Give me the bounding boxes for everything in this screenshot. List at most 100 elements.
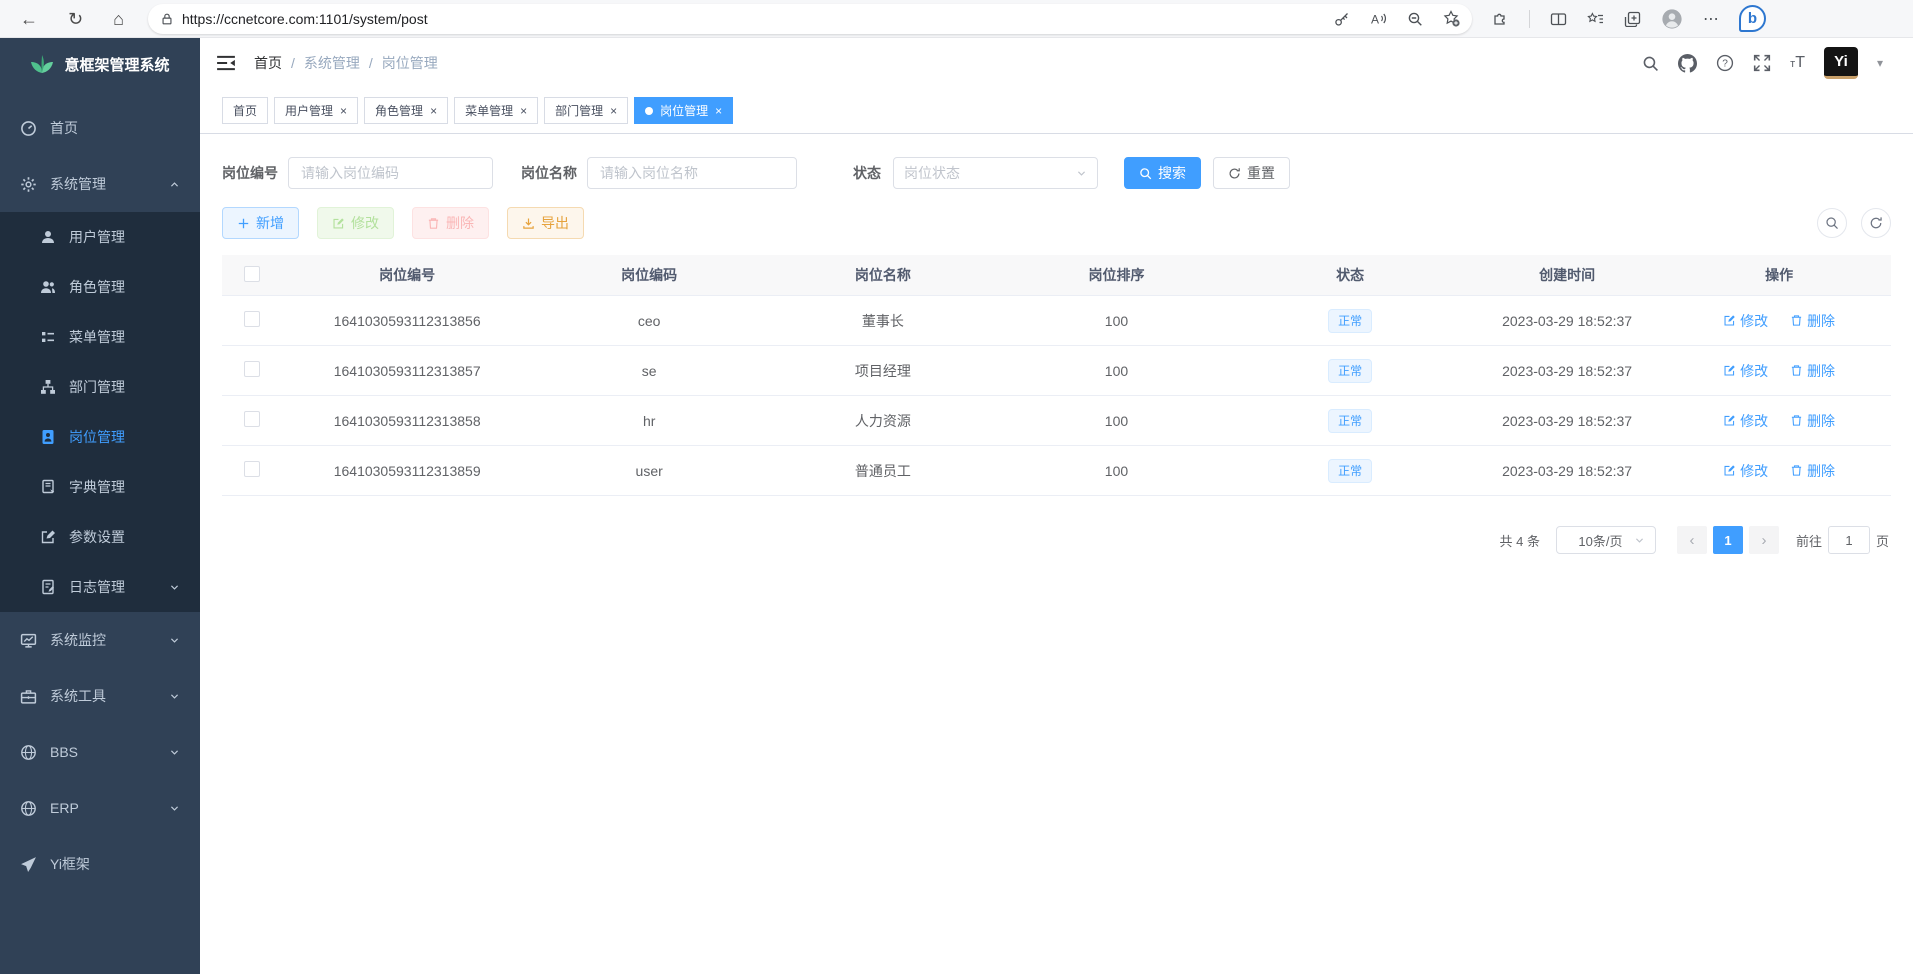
search-form: 岗位编号 岗位名称 状态 岗位状态 搜索 (222, 157, 1891, 189)
refresh-table-button[interactable] (1861, 208, 1891, 238)
sidebar-item-posts[interactable]: 岗位管理 (0, 412, 200, 462)
trash-icon (427, 217, 440, 230)
row-delete-link[interactable]: 删除 (1790, 461, 1835, 481)
close-icon[interactable]: × (520, 105, 527, 117)
font-size-icon[interactable]: тT (1790, 54, 1805, 72)
split-screen-icon[interactable] (1550, 11, 1567, 27)
browser-menu-icon[interactable]: ⋯ (1703, 9, 1719, 29)
show-search-button[interactable] (1817, 208, 1847, 238)
sidebar-item-label: BBS (50, 744, 78, 760)
address-bar[interactable]: https://ccnetcore.com:1101/system/post A (148, 4, 1472, 34)
browser-toolbar-right: ⋯ b (1492, 5, 1766, 32)
github-icon[interactable] (1678, 54, 1697, 73)
search-button[interactable]: 搜索 (1124, 157, 1201, 189)
org-tree-icon (40, 379, 56, 395)
status-select[interactable]: 岗位状态 (893, 157, 1098, 189)
sidebar-item-dictionary[interactable]: 字典管理 (0, 462, 200, 512)
tab-menu-mgmt[interactable]: 菜单管理 × (454, 97, 538, 124)
close-icon[interactable]: × (430, 105, 437, 117)
cell-post-name: 普通员工 (766, 446, 1000, 496)
tab-user-mgmt[interactable]: 用户管理 × (274, 97, 358, 124)
sidebar-item-home[interactable]: 首页 (0, 100, 200, 156)
add-favorite-icon[interactable] (1443, 10, 1460, 27)
row-checkbox[interactable] (244, 411, 260, 427)
search-button-label: 搜索 (1158, 163, 1186, 183)
cell-created: 2023-03-29 18:52:37 (1467, 346, 1667, 396)
pagination: 共 4 条 10条/页 ‹ 1 › 前往 页 (222, 526, 1891, 554)
sidebar-item-system[interactable]: 系统管理 (0, 156, 200, 212)
page-number-1[interactable]: 1 (1713, 526, 1743, 554)
tab-dept-mgmt[interactable]: 部门管理 × (544, 97, 628, 124)
sidebar-item-erp[interactable]: ERP (0, 780, 200, 836)
header-post-id: 岗位编号 (282, 255, 532, 296)
back-icon[interactable]: ← (20, 10, 38, 28)
row-checkbox[interactable] (244, 311, 260, 327)
page-size-select[interactable]: 10条/页 (1556, 526, 1656, 554)
status-select-placeholder: 岗位状态 (904, 163, 960, 183)
password-key-icon[interactable] (1334, 11, 1350, 27)
close-icon[interactable]: × (715, 105, 722, 117)
menu-tree-icon (40, 329, 56, 345)
reset-button[interactable]: 重置 (1213, 157, 1290, 189)
sidebar-item-departments[interactable]: 部门管理 (0, 362, 200, 412)
sidebar-item-label: 系统工具 (50, 686, 106, 706)
sidebar-item-roles[interactable]: 角色管理 (0, 262, 200, 312)
collections-icon[interactable] (1624, 11, 1641, 27)
breadcrumb-home[interactable]: 首页 (254, 53, 282, 73)
avatar-caret-icon[interactable]: ▾ (1877, 56, 1883, 70)
sidebar-item-bbs[interactable]: BBS (0, 724, 200, 780)
sidebar-item-label: Yi框架 (50, 854, 90, 874)
tab-role-mgmt[interactable]: 角色管理 × (364, 97, 448, 124)
refresh-icon[interactable]: ↻ (68, 10, 83, 28)
row-delete-link[interactable]: 删除 (1790, 361, 1835, 381)
status-badge: 正常 (1328, 409, 1372, 433)
extensions-icon[interactable] (1492, 10, 1509, 27)
favorites-icon[interactable] (1587, 11, 1604, 27)
prev-page-button[interactable]: ‹ (1677, 526, 1707, 554)
profile-avatar[interactable] (1661, 8, 1683, 30)
row-delete-link[interactable]: 删除 (1790, 411, 1835, 431)
active-dot (645, 107, 653, 115)
row-edit-link[interactable]: 修改 (1723, 361, 1768, 381)
sidebar-item-parameters[interactable]: 参数设置 (0, 512, 200, 562)
monitor-icon (20, 632, 37, 649)
url-text[interactable]: https://ccnetcore.com:1101/system/post (182, 11, 1334, 27)
sidebar-item-logs[interactable]: 日志管理 (0, 562, 200, 612)
row-edit-link[interactable]: 修改 (1723, 461, 1768, 481)
sidebar-item-menus[interactable]: 菜单管理 (0, 312, 200, 362)
row-delete-link[interactable]: 删除 (1790, 311, 1835, 331)
read-aloud-icon[interactable]: A (1370, 11, 1387, 27)
user-avatar[interactable]: Yi (1824, 47, 1858, 79)
search-icon[interactable] (1642, 55, 1659, 72)
zoom-out-icon[interactable] (1407, 11, 1423, 27)
sidebar-item-yi-framework[interactable]: Yi框架 (0, 836, 200, 892)
sidebar-item-tools[interactable]: 系统工具 (0, 668, 200, 724)
copilot-icon[interactable]: b (1739, 5, 1766, 32)
row-edit-link[interactable]: 修改 (1723, 411, 1768, 431)
fullscreen-icon[interactable] (1753, 54, 1771, 72)
sidebar-fold-icon[interactable] (216, 54, 236, 72)
row-checkbox[interactable] (244, 361, 260, 377)
sidebar-item-users[interactable]: 用户管理 (0, 212, 200, 262)
tab-post-mgmt[interactable]: 岗位管理 × (634, 97, 733, 124)
row-edit-link[interactable]: 修改 (1723, 311, 1768, 331)
sidebar-item-monitor[interactable]: 系统监控 (0, 612, 200, 668)
post-name-input[interactable] (587, 157, 797, 189)
close-icon[interactable]: × (610, 105, 617, 117)
home-icon[interactable]: ⌂ (113, 10, 124, 28)
select-all-checkbox[interactable] (244, 266, 260, 282)
help-icon[interactable]: ? (1716, 54, 1734, 72)
cell-post-name: 项目经理 (766, 346, 1000, 396)
edit-link-label: 修改 (1740, 311, 1768, 331)
close-icon[interactable]: × (340, 105, 347, 117)
add-button[interactable]: 新增 (222, 207, 299, 239)
next-page-button[interactable]: › (1749, 526, 1779, 554)
cell-post-code: user (532, 446, 766, 496)
row-checkbox[interactable] (244, 461, 260, 477)
export-button[interactable]: 导出 (507, 207, 584, 239)
tab-home[interactable]: 首页 (222, 97, 268, 124)
goto-page-input[interactable] (1828, 526, 1870, 554)
post-code-input[interactable] (288, 157, 493, 189)
tag-view-bar: 首页 用户管理 × 角色管理 × 菜单管理 × 部门管理 × 岗位管理 × (200, 88, 1913, 134)
chevron-down-icon (1076, 168, 1087, 179)
